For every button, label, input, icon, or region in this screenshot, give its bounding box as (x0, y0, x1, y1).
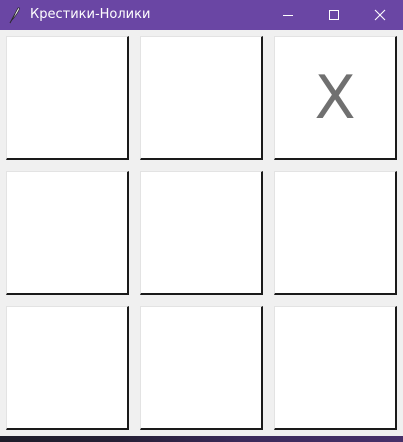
board-cell-9[interactable] (274, 306, 397, 430)
game-board: X (0, 30, 403, 436)
minimize-icon (283, 15, 293, 16)
board-cell-7[interactable] (6, 306, 129, 430)
window-title: Крестики-Нолики (30, 7, 151, 22)
board-cell-6[interactable] (274, 171, 397, 295)
title-bar[interactable]: Крестики-Нолики (0, 0, 403, 30)
feather-icon (9, 7, 20, 24)
board-cell-8[interactable] (140, 306, 263, 430)
maximize-icon (329, 10, 339, 20)
maximize-button[interactable] (311, 0, 357, 30)
board-cell-3[interactable]: X (274, 36, 397, 160)
close-icon (374, 9, 386, 21)
board-cell-5[interactable] (140, 171, 263, 295)
minimize-button[interactable] (265, 0, 311, 30)
window-bottom-edge (0, 436, 403, 442)
board-cell-2[interactable] (140, 36, 263, 160)
close-button[interactable] (357, 0, 403, 30)
board-cell-1[interactable] (6, 36, 129, 160)
board-cell-4[interactable] (6, 171, 129, 295)
